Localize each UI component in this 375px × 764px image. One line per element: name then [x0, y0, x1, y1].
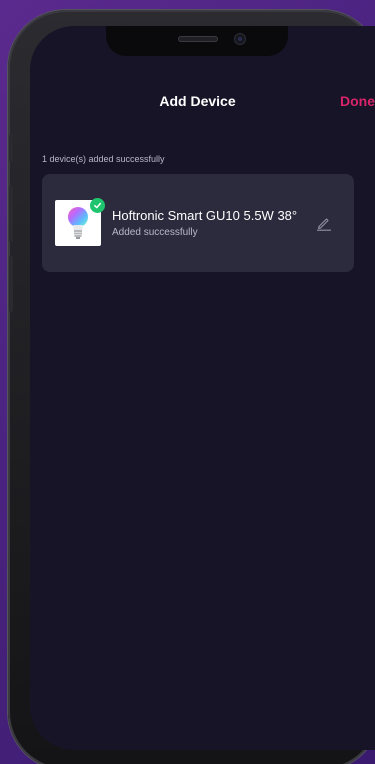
- device-name: Hoftronic Smart GU10 5.5W 38°: [112, 208, 298, 223]
- notch: [106, 26, 288, 56]
- added-summary: 1 device(s) added successfully: [42, 154, 165, 164]
- nav-header: Add Device Done: [30, 90, 375, 114]
- success-check-icon: [90, 198, 105, 213]
- page-title: Add Device: [159, 93, 236, 109]
- volume-up-button: [9, 186, 13, 242]
- home-indicator: [136, 734, 260, 738]
- app-screen: Add Device Done 1 device(s) added succes…: [30, 26, 375, 750]
- done-button[interactable]: Done: [340, 93, 375, 109]
- mute-switch: [9, 134, 13, 162]
- device-status: Added successfully: [112, 227, 198, 238]
- speaker-grille: [178, 36, 218, 42]
- volume-down-button: [9, 256, 13, 312]
- edit-pencil-icon[interactable]: [315, 214, 333, 232]
- device-card[interactable]: Hoftronic Smart GU10 5.5W 38° Added succ…: [42, 174, 354, 272]
- front-camera-icon: [234, 33, 246, 45]
